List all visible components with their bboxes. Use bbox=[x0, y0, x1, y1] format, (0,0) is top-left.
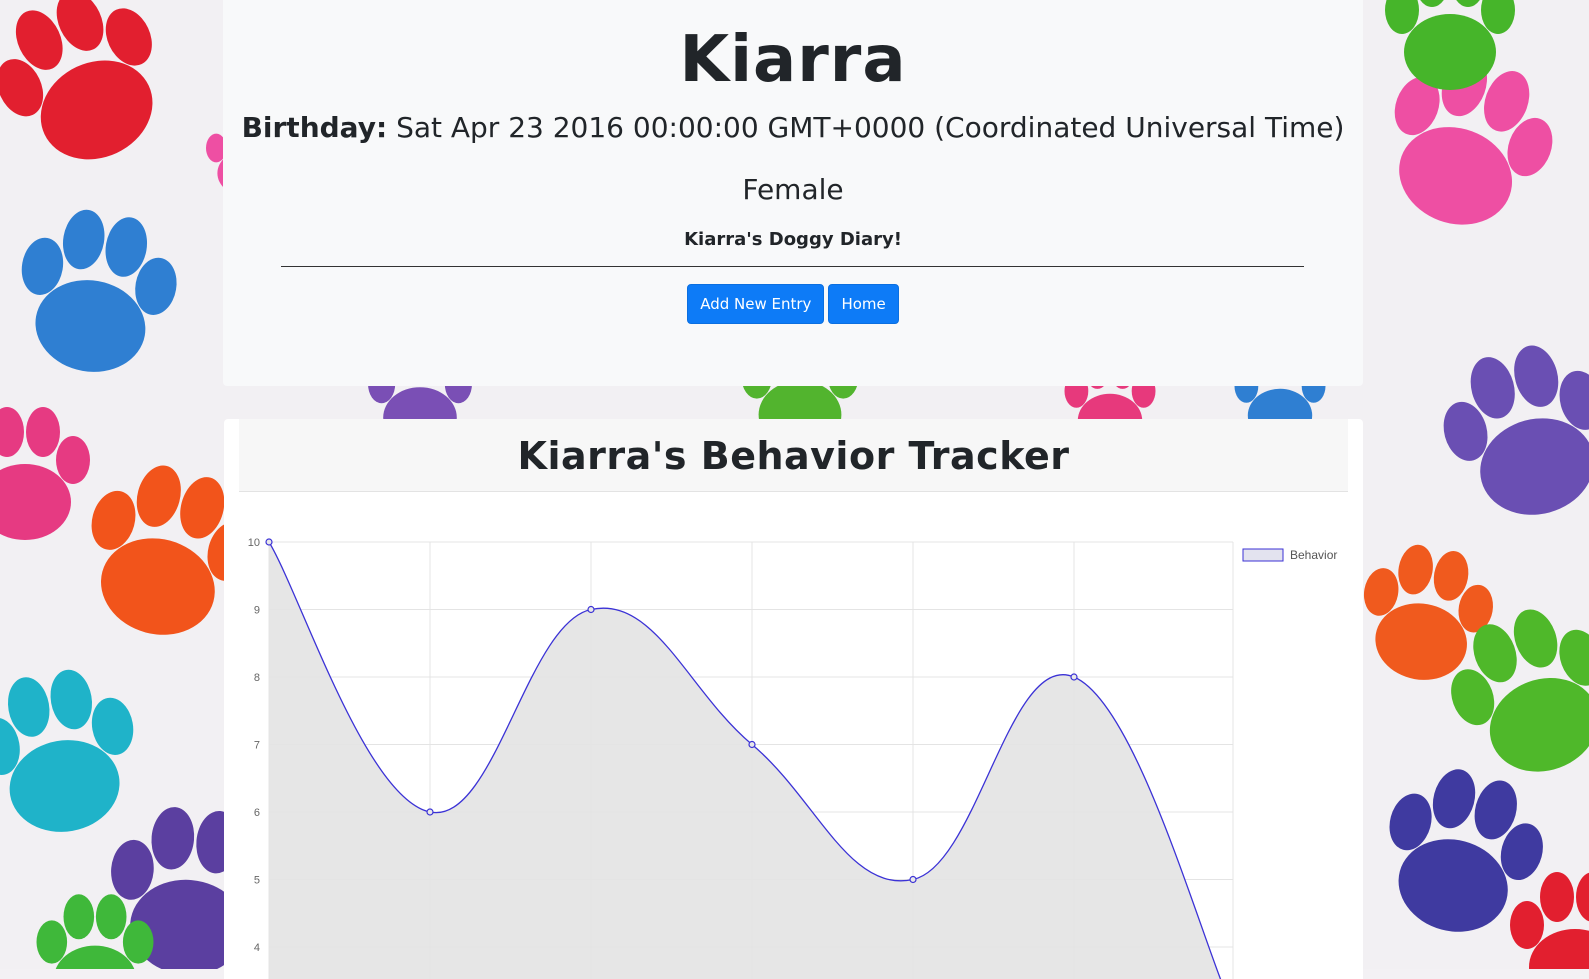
data-point bbox=[748, 740, 756, 749]
data-point bbox=[909, 875, 917, 884]
data-point bbox=[587, 605, 595, 614]
diary-title: Kiarra's Doggy Diary! bbox=[684, 229, 902, 250]
birthday-label: Birthday: bbox=[241, 111, 388, 144]
y-tick-label: 8 bbox=[254, 672, 260, 684]
y-tick-label: 9 bbox=[254, 605, 260, 617]
legend-label: Behavior bbox=[1290, 548, 1337, 562]
behavior-tracker-card: Kiarra's Behavior Tracker 10 9 8 7 6 5 4 Behavi… bbox=[224, 419, 1363, 979]
birthday-line: Birthday: Sat Apr 23 2016 00:00:00 GMT+0… bbox=[223, 108, 1363, 148]
y-tick-label: 4 bbox=[254, 942, 260, 954]
data-point bbox=[1070, 673, 1078, 681]
chart-legend: Behavior bbox=[1242, 548, 1337, 562]
birthday-value: Sat Apr 23 2016 00:00:00 GMT+0000 (Coord… bbox=[396, 111, 1345, 144]
legend-swatch bbox=[1242, 548, 1284, 562]
dog-profile-card: Kiarra Birthday: Sat Apr 23 2016 00:00:0… bbox=[223, 0, 1363, 386]
y-tick-label: 7 bbox=[254, 740, 260, 752]
y-tick-label: 10 bbox=[248, 537, 260, 549]
chart-card-header: Kiarra's Behavior Tracker bbox=[239, 419, 1348, 492]
add-new-entry-button[interactable]: Add New Entry bbox=[687, 284, 825, 324]
dog-name: Kiarra bbox=[679, 23, 907, 97]
data-point bbox=[265, 538, 273, 546]
behavior-chart: 10 9 8 7 6 5 4 Behavior bbox=[248, 537, 1337, 979]
chart-title: Kiarra's Behavior Tracker bbox=[517, 434, 1070, 478]
dog-gender: Female bbox=[742, 173, 844, 206]
action-buttons: Add New Entry Home bbox=[223, 284, 1363, 324]
y-tick-label: 6 bbox=[254, 807, 260, 819]
data-point bbox=[426, 808, 434, 816]
home-button[interactable]: Home bbox=[828, 284, 899, 324]
divider bbox=[281, 266, 1304, 267]
y-tick-label: 5 bbox=[254, 875, 260, 887]
